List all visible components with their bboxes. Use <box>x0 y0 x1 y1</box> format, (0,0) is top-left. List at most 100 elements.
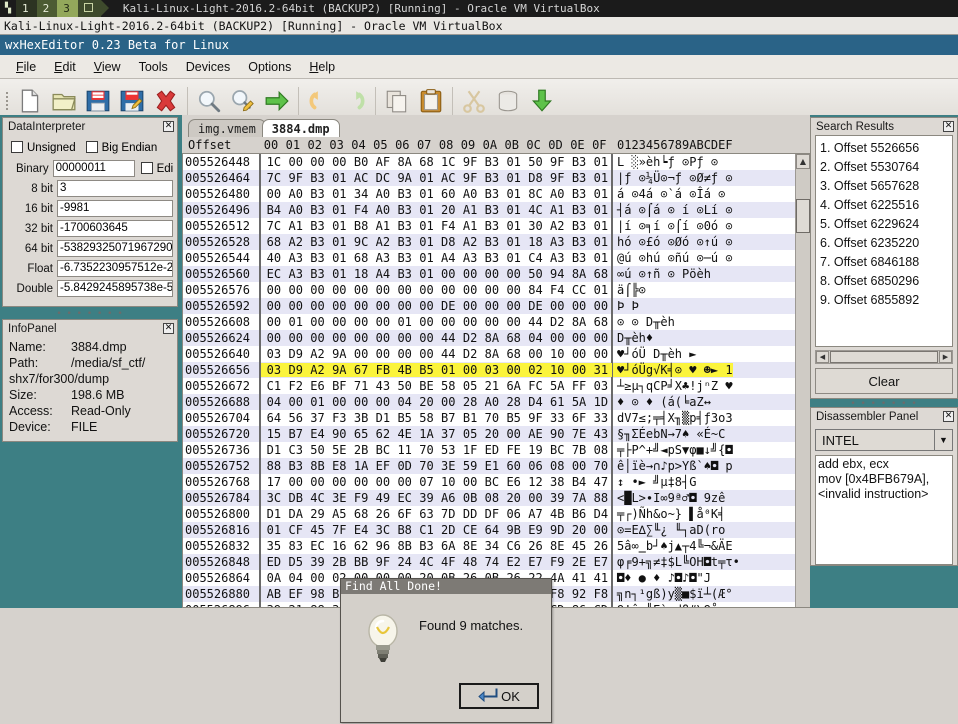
hex-byte[interactable]: 01 <box>590 234 612 250</box>
hex-byte[interactable]: 01 <box>590 186 612 202</box>
hex-row[interactable]: 88 B3 8B E8 1A EF 0D 70 3E 59 E1 60 06 08 00 70 <box>261 458 611 474</box>
hex-byte[interactable]: 00 <box>394 282 416 298</box>
hex-byte[interactable]: 01 <box>590 282 612 298</box>
hex-byte[interactable]: 00 <box>350 394 372 410</box>
hex-byte[interactable]: 03 <box>590 378 612 394</box>
binary-input[interactable]: 00000011 <box>52 160 135 177</box>
hex-byte[interactable]: 6F <box>568 410 590 426</box>
hex-row[interactable]: 00 A0 B3 01 34 A0 B3 01 60 A0 B3 01 8C A0 B3 01 <box>261 186 611 202</box>
ascii-column[interactable]: L ░»èh┕ƒ ⊙Pƒ ⊙ |ƒ ⊙¼Ü⊙¬ƒ ⊙Ø≠ƒ ⊙ á ⊙4á ⊙`á… <box>613 154 795 607</box>
hex-row[interactable]: 3C DB 4C 3E F9 49 EC 39 A6 0B 08 20 00 39 7A 88 <box>261 490 611 506</box>
menu-tools[interactable]: Tools <box>131 58 176 76</box>
toolbar-grip[interactable] <box>2 86 12 116</box>
hex-byte[interactable]: 00 <box>503 298 525 314</box>
hex-byte[interactable]: F9 <box>546 554 568 570</box>
hex-byte[interactable]: 59 <box>459 458 481 474</box>
hex-byte[interactable]: A1 <box>459 202 481 218</box>
hex-byte[interactable]: 08 <box>481 490 503 506</box>
hex-byte[interactable]: DE <box>525 298 547 314</box>
hex-byte[interactable]: 62 <box>350 538 372 554</box>
hex-byte[interactable]: B7 <box>437 410 459 426</box>
hex-byte[interactable]: EF <box>372 458 394 474</box>
hex-byte[interactable]: 8B <box>394 538 416 554</box>
hex-byte[interactable]: 00 <box>459 266 481 282</box>
chevron-down-icon[interactable]: ▼ <box>934 430 952 450</box>
hex-byte[interactable]: 4E <box>394 426 416 442</box>
hex-byte[interactable]: 00 <box>525 346 547 362</box>
hex-byte[interactable]: 05 <box>459 426 481 442</box>
hex-byte[interactable]: A2 <box>285 234 307 250</box>
hex-byte[interactable]: 9A <box>328 362 350 378</box>
hex-byte[interactable]: 60 <box>437 186 459 202</box>
hex-row[interactable]: D1 C3 50 5E 2B BC 11 70 53 1F ED FE 19 BC 7B 08 <box>261 442 611 458</box>
hex-byte[interactable]: 7C <box>263 218 285 234</box>
hex-row[interactable]: 68 A2 B3 01 9C A2 B3 01 D8 A2 B3 01 18 A3 B3 01 <box>261 234 611 250</box>
hex-byte[interactable]: A0 <box>459 186 481 202</box>
hex-byte[interactable]: A1 <box>372 218 394 234</box>
hex-byte[interactable]: 06 <box>503 506 525 522</box>
hex-byte[interactable]: B5 <box>394 410 416 426</box>
hex-byte[interactable]: D8 <box>437 234 459 250</box>
hex-byte[interactable]: D8 <box>525 170 547 186</box>
hex-vertical-scrollbar[interactable]: ▲ <box>795 154 810 607</box>
hex-byte[interactable]: 28 <box>503 394 525 410</box>
hex-byte[interactable]: 8A <box>568 314 590 330</box>
hex-byte[interactable]: 00 <box>590 346 612 362</box>
hex-byte[interactable]: DD <box>459 506 481 522</box>
hex-byte[interactable]: 90 <box>546 426 568 442</box>
hex-byte[interactable]: E8 <box>328 458 350 474</box>
hex-row[interactable]: C1 F2 E6 BF 71 43 50 BE 58 05 21 6A FC 5A FF 03 <box>261 378 611 394</box>
scroll-right-arrow-icon[interactable]: ▶ <box>939 351 952 363</box>
hex-byte[interactable]: AC <box>437 170 459 186</box>
clear-button[interactable]: Clear <box>815 368 953 394</box>
ascii-row[interactable]: á ⊙4á ⊙`á ⊙Îá ⊙ <box>613 186 795 202</box>
hex-byte[interactable]: CF <box>285 522 307 538</box>
hex-byte[interactable]: 00 <box>350 346 372 362</box>
hex-byte[interactable]: 01 <box>503 250 525 266</box>
hex-byte[interactable]: 5A <box>568 394 590 410</box>
hex-byte[interactable]: 10 <box>546 362 568 378</box>
hex-byte[interactable]: A0 <box>546 186 568 202</box>
hex-byte[interactable]: 71 <box>350 378 372 394</box>
hex-byte[interactable]: A3 <box>372 250 394 266</box>
hex-byte[interactable]: 68 <box>590 314 612 330</box>
hex-byte[interactable]: E7 <box>590 554 612 570</box>
hex-byte[interactable]: B4 <box>568 474 590 490</box>
hex-byte[interactable]: B3 <box>481 154 503 170</box>
ascii-row[interactable]: ⊙=E∆∑╙¿ ╙┐aD(ro <box>613 522 795 538</box>
hex-byte[interactable]: 3C <box>263 490 285 506</box>
ascii-row[interactable]: ╗n┐¹gß)y▒■$ï┴(Æ° <box>613 586 795 602</box>
ascii-row[interactable]: ◘♦ ● ♦ ♪◘♪◘"J <box>613 570 795 586</box>
hex-byte[interactable]: B6 <box>568 506 590 522</box>
hex-row[interactable]: 01 CF 45 7F E4 3C B8 C1 2D CE 64 9B E9 9D 20 00 <box>261 522 611 538</box>
hex-byte[interactable]: 9F <box>285 170 307 186</box>
ascii-row[interactable]: ä⌠╠⊙ <box>613 282 795 298</box>
hex-byte[interactable]: 3E <box>328 490 350 506</box>
hex-byte[interactable]: 06 <box>525 458 547 474</box>
bit64-input[interactable]: -5382932507196729088 <box>57 240 173 257</box>
tab-3884-dmp[interactable]: 3884.dmp <box>261 119 340 137</box>
ascii-row[interactable]: ╤├P^+╝◄pS▼φ■↓╝{◘ <box>613 442 795 458</box>
disassembler-output[interactable]: add ebx, ecx mov [0x4BFB679A], <invalid … <box>815 455 953 565</box>
hex-byte[interactable]: 01 <box>416 266 438 282</box>
close-icon[interactable]: ✕ <box>163 121 174 132</box>
hex-byte[interactable]: B3 <box>568 170 590 186</box>
hex-byte[interactable]: 58 <box>437 378 459 394</box>
hex-byte[interactable]: 04 <box>285 570 307 586</box>
ascii-row[interactable]: Þ Þ <box>613 298 795 314</box>
ascii-row[interactable]: ♦ ⊙ ♦ (á(╘aZ↔ <box>613 394 795 410</box>
redo-icon[interactable] <box>338 83 370 119</box>
search-results-list[interactable]: 1. Offset 5526656 2. Offset 5530764 3. Off… <box>815 135 953 347</box>
hex-byte[interactable]: 9F <box>459 154 481 170</box>
menu-file[interactable]: File <box>8 58 44 76</box>
hex-byte[interactable]: 68 <box>590 266 612 282</box>
hex-byte[interactable]: 01 <box>416 234 438 250</box>
hex-byte[interactable]: 00 <box>481 314 503 330</box>
hex-byte[interactable]: 41 <box>590 570 612 586</box>
hex-byte[interactable]: 01 <box>503 202 525 218</box>
hex-byte[interactable]: 96 <box>372 538 394 554</box>
window-list-button[interactable] <box>77 0 109 17</box>
hex-byte[interactable]: 00 <box>263 330 285 346</box>
hex-byte[interactable]: D9 <box>285 346 307 362</box>
hex-byte[interactable]: 9A <box>394 170 416 186</box>
